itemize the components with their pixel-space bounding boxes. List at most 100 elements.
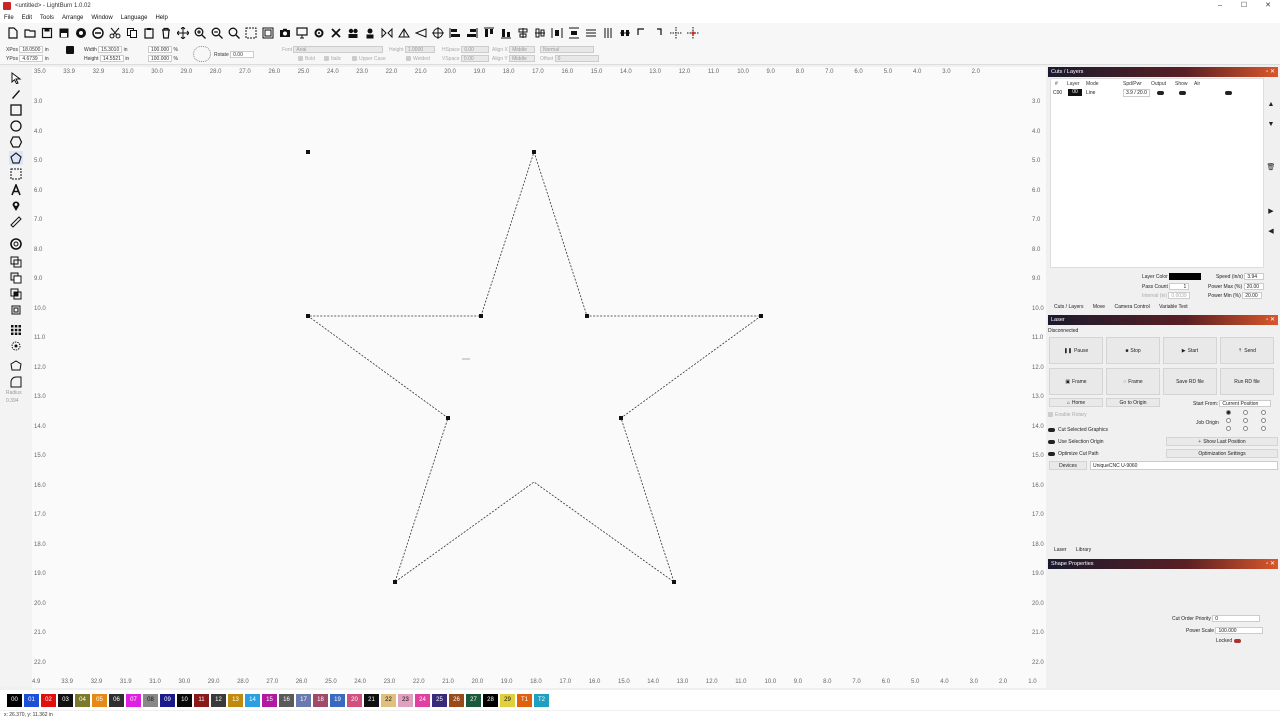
pause-button[interactable]: ❚❚ Pause (1049, 337, 1103, 364)
job-origin-top-left[interactable] (1226, 410, 1231, 415)
minimize-button[interactable]: – (1208, 0, 1232, 12)
palette-swatch-29[interactable]: 29 (500, 693, 515, 707)
tools-button[interactable] (329, 26, 343, 40)
tab-cuts-layers[interactable]: Cuts / Layers (1054, 304, 1083, 310)
close-button[interactable]: ✕ (1256, 0, 1280, 12)
rotate-input[interactable]: 0.00 (230, 51, 255, 58)
boolean-union-tool[interactable] (9, 255, 23, 269)
palette-swatch-06[interactable]: 06 (109, 693, 124, 707)
palette-swatch-05[interactable]: 05 (92, 693, 107, 707)
bold-checkbox[interactable] (298, 56, 303, 62)
layer-row[interactable]: C00 00 Line 3.9 / 20.0 (1051, 89, 1265, 97)
palette-swatch-12[interactable]: 12 (211, 693, 226, 707)
enable-rotary-checkbox[interactable] (1048, 412, 1053, 418)
palette-swatch-T1[interactable]: T1 (517, 693, 532, 707)
show-last-position-button[interactable]: + Show Last Position (1166, 437, 1278, 446)
palette-swatch-27[interactable]: 27 (466, 693, 481, 707)
menu-arrange[interactable]: Arrange (62, 15, 83, 21)
zoom-page-button[interactable] (227, 26, 241, 40)
star-polygon-tool[interactable] (9, 151, 23, 165)
tab-library[interactable]: Library (1076, 547, 1091, 553)
lock-aspect-icon[interactable] (66, 46, 74, 54)
move-button[interactable] (176, 26, 190, 40)
align-vcenter-button[interactable] (533, 26, 547, 40)
rectangle-tool[interactable] (9, 103, 23, 117)
palette-swatch-01[interactable]: 01 (24, 693, 39, 707)
align-x-select[interactable]: Middle (509, 46, 536, 53)
distribute-h-button[interactable] (550, 26, 564, 40)
laser-panel-float-close[interactable]: ▫ ✕ (1266, 315, 1275, 325)
save-rd-file-button[interactable]: Save RD file (1163, 368, 1217, 395)
optimize-cut-path-toggle[interactable] (1048, 451, 1055, 456)
edit-nodes-tool[interactable] (9, 87, 23, 101)
position-laser-tool[interactable] (9, 167, 23, 181)
welded-checkbox[interactable] (406, 56, 411, 62)
palette-swatch-00[interactable]: 00 (7, 693, 22, 707)
hspace-input[interactable]: 0.00 (461, 46, 490, 53)
start-button[interactable]: ▶ Start (1163, 337, 1217, 364)
job-origin-center[interactable] (1243, 418, 1248, 423)
pass-count-input[interactable]: 1 (1169, 283, 1190, 290)
layer-color-swatch[interactable] (1169, 273, 1202, 280)
camera-button[interactable] (278, 26, 292, 40)
align-top-button[interactable] (482, 26, 496, 40)
space-h-button[interactable] (584, 26, 598, 40)
upper-case-option[interactable]: Upper Case (352, 56, 386, 62)
bold-option[interactable]: Bold (298, 56, 315, 62)
import-button[interactable] (74, 26, 88, 40)
layer-color-chip[interactable]: 00 (1068, 89, 1082, 96)
job-origin-top-center[interactable] (1243, 410, 1248, 415)
frame-rect-button[interactable]: ▣ Frame (1049, 368, 1103, 395)
device-select[interactable]: UniqueCNC U-9060 (1090, 461, 1278, 470)
flip-v-button[interactable] (397, 26, 411, 40)
palette-swatch-11[interactable]: 11 (194, 693, 209, 707)
tab-variable-text[interactable]: Variable Text (1159, 304, 1187, 310)
rounded-rect-tool[interactable] (9, 375, 23, 389)
palette-swatch-15[interactable]: 15 (262, 693, 277, 707)
anchor-selector[interactable] (193, 46, 211, 62)
job-origin-mid-right[interactable] (1261, 418, 1266, 423)
tab-camera-control[interactable]: Camera Control (1114, 304, 1149, 310)
palette-swatch-14[interactable]: 14 (245, 693, 260, 707)
palette-swatch-28[interactable]: 28 (483, 693, 498, 707)
menu-edit[interactable]: Edit (22, 15, 32, 21)
text-style-select[interactable]: Normal (540, 46, 594, 53)
job-origin-bottom-right[interactable] (1261, 426, 1266, 431)
boolean-subtract-tool[interactable] (9, 271, 23, 285)
xpos-input[interactable]: 18.0500 (19, 46, 44, 53)
corner-tl-button[interactable] (635, 26, 649, 40)
align-right-button[interactable] (465, 26, 479, 40)
group-button[interactable] (346, 26, 360, 40)
menu-file[interactable]: File (4, 15, 14, 21)
prev-layer-button[interactable]: ◀ (1266, 227, 1276, 239)
layer-show-toggle[interactable] (1179, 91, 1186, 95)
layer-mode-select[interactable]: Line (1086, 90, 1095, 96)
speed-input[interactable]: 3.94 (1244, 273, 1265, 280)
palette-swatch-19[interactable]: 19 (330, 693, 345, 707)
palette-swatch-22[interactable]: 22 (381, 693, 396, 707)
laser-position-button[interactable] (669, 26, 683, 40)
layer-speed-power[interactable]: 3.9 / 20.0 (1123, 89, 1150, 97)
welded-option[interactable]: Welded (406, 56, 430, 62)
paste-button[interactable] (142, 26, 156, 40)
align-center-button[interactable] (431, 26, 445, 40)
palette-swatch-09[interactable]: 09 (160, 693, 175, 707)
optimization-settings-button[interactable]: Optimization Settings (1166, 449, 1278, 458)
align-y-select[interactable]: Middle (509, 55, 536, 62)
palette-swatch-16[interactable]: 16 (279, 693, 294, 707)
offset-tool[interactable] (9, 237, 23, 251)
cut-selected-toggle[interactable] (1048, 427, 1055, 432)
path-tool[interactable] (9, 359, 23, 373)
maximize-button[interactable]: ☐ (1232, 0, 1256, 12)
use-selection-origin-toggle[interactable] (1048, 439, 1055, 444)
layer-output-toggle[interactable] (1157, 91, 1164, 95)
palette-swatch-24[interactable]: 24 (415, 693, 430, 707)
job-origin-bottom-left[interactable] (1226, 426, 1231, 431)
frame-button[interactable] (261, 26, 275, 40)
export-button[interactable] (91, 26, 105, 40)
ellipse-tool[interactable] (9, 119, 23, 133)
monitor-button[interactable] (295, 26, 309, 40)
devices-button[interactable]: Devices (1049, 461, 1087, 470)
new-file-button[interactable] (6, 26, 20, 40)
palette-swatch-21[interactable]: 21 (364, 693, 379, 707)
